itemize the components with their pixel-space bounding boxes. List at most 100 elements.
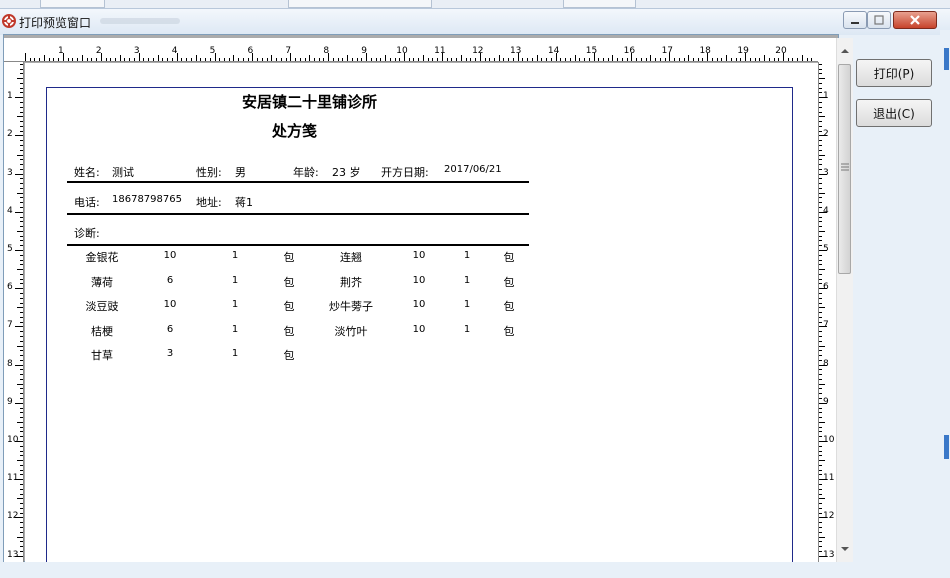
ruler-tick [669,53,671,61]
ruler-tick [579,58,581,61]
ruler-tick [588,58,590,61]
background-tab [40,0,105,8]
ruler-tick [659,58,661,61]
herb-name: 金银花 [85,251,119,264]
ruler-tick [17,421,23,423]
herb-quantity: 10 [163,299,177,311]
title-bar[interactable]: 打印预览窗口 [0,9,950,35]
ruler-tick [20,121,23,123]
ruler-tick [20,159,23,161]
herb-doses: 1 [231,323,239,335]
ruler-tick [678,58,680,61]
ruler-tick [465,58,467,61]
date-label: 开方日期: [381,166,429,179]
herb-unit: 包 [503,300,515,314]
ruler-number: 6 [7,282,13,293]
ruler-tick [711,58,713,61]
ruler-tick [20,331,23,333]
maximize-button[interactable] [867,11,891,29]
ruler-tick [621,58,623,61]
herb-unit: 包 [283,324,295,338]
ruler-tick [806,58,808,61]
scrollbar-thumb[interactable] [838,64,851,274]
ruler-tick [489,58,491,61]
ruler-tick [17,383,23,385]
ruler-tick [819,412,822,414]
herb-unit: 包 [283,349,295,363]
ruler-number: 15 [585,46,598,56]
ruler-tick [819,550,822,552]
ruler-tick [819,464,822,466]
ruler-tick [819,159,822,161]
ruler-tick [451,58,453,61]
ruler-tick [819,450,822,452]
ruler-tick [280,58,282,61]
maximize-icon [874,15,884,25]
ruler-number: 12 [7,511,19,522]
ruler-tick [819,164,822,166]
ruler-tick [819,369,822,371]
ruler-tick [15,250,23,251]
ruler-number: 3 [7,167,13,178]
ruler-tick [20,111,23,113]
ruler-tick [819,130,822,132]
ruler-tick [598,58,600,61]
ruler-tick [375,58,377,61]
ruler-number: 13 [823,549,835,560]
ruler-tick [20,125,23,127]
ruler-tick [819,226,822,228]
divider-line [67,181,529,183]
ruler-tick [15,173,23,175]
herb-name: 炒牛蒡子 [329,300,373,314]
ruler-tick [20,445,23,447]
ruler-tick [190,58,192,61]
ruler-tick [252,53,254,61]
ruler-tick [20,431,23,433]
scroll-down-icon[interactable] [841,546,849,552]
ruler-tick [48,58,50,61]
ruler-tick [536,55,538,61]
ruler-tick [541,58,543,61]
ruler-tick [503,58,505,61]
ruler-tick [20,455,23,457]
ruler-tick [17,230,23,232]
ruler-number: 8 [7,358,13,369]
ruler-tick [86,58,88,61]
ruler-tick [20,312,23,314]
scroll-up-icon[interactable] [841,48,849,54]
patient-address: 蒋1 [235,196,253,209]
ruler-tick [20,140,23,142]
ruler-tick [238,58,240,61]
ruler-tick [819,216,822,218]
ruler-tick [389,58,391,61]
exit-button[interactable]: 退出(C) [856,99,932,127]
close-button[interactable] [893,11,937,29]
ruler-tick [584,58,586,61]
ruler-tick [819,302,822,304]
ruler-tick [152,58,154,61]
ruler-tick [20,531,23,533]
ruler-tick [819,297,822,299]
ruler-tick [811,58,813,61]
ruler-tick [17,345,23,347]
ruler-number: 9 [823,396,829,407]
ruler-tick [759,58,761,61]
ruler-tick [819,445,822,447]
ruler-tick [819,474,822,476]
ruler-tick [20,221,23,223]
ruler-tick [745,53,747,61]
ruler-tick [819,350,822,352]
herb-quantity: 10 [412,274,426,286]
ruler-tick [819,106,822,108]
ruler-tick [20,541,23,543]
ruler-tick [819,116,825,118]
print-button[interactable]: 打印(P) [856,59,932,87]
ruler-tick [819,393,822,395]
ruler-tick [81,55,83,61]
ruler-tick [39,58,41,61]
minimize-button[interactable] [843,11,867,29]
ruler-tick [133,58,135,61]
ruler-number: 5 [7,244,13,254]
ruler-tick [205,58,207,61]
ruler-tick [290,53,292,61]
